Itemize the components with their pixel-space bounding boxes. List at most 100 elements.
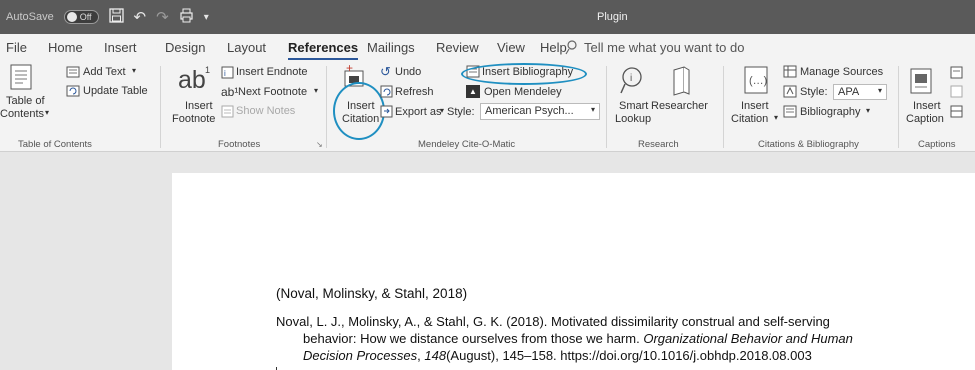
reference-line-2: behavior: How we distance ourselves from… — [276, 330, 966, 347]
add-text-label: Add Text — [83, 66, 126, 78]
group-label-captions: Captions — [918, 139, 956, 150]
next-footnote-label: Next Footnote — [238, 86, 308, 98]
in-text-citation: (Noval, Molinsky, & Stahl, 2018) — [276, 286, 468, 301]
citation-style-label: Style: — [800, 86, 828, 98]
manage-sources-label: Manage Sources — [800, 66, 884, 78]
insert-caption-label-2: Caption — [906, 113, 944, 125]
ab-footnote-icon: ab — [178, 66, 206, 94]
mendeley-export-dropdown-icon: ▾ — [440, 106, 445, 115]
researcher-label: Researcher — [651, 100, 708, 112]
customize-toolbar-icon[interactable]: ▾ — [204, 10, 209, 25]
update-table-label: Update Table — [83, 85, 148, 97]
mendeley-style-select[interactable]: American Psych... ▾ — [480, 103, 600, 120]
group-label-citations-bibliography: Citations & Bibliography — [758, 139, 859, 150]
mendeley-refresh-icon — [380, 85, 393, 98]
svg-text:i: i — [224, 69, 226, 78]
manage-sources-icon — [783, 65, 797, 78]
document-page[interactable]: (Noval, Molinsky, & Stahl, 2018) Noval, … — [172, 173, 975, 370]
tab-mailings[interactable]: Mailings — [367, 40, 415, 55]
tell-me-search[interactable]: Tell me what you want to do — [565, 40, 744, 55]
bibliography-entry: Noval, L. J., Molinsky, A., & Stahl, G. … — [276, 313, 966, 364]
add-text-dropdown-icon: ▾ — [132, 66, 137, 75]
autosave-state: Off — [79, 12, 92, 22]
title-bar: AutoSave Off ↶ ↷ ▾ Plugin — [0, 0, 975, 34]
insert-footnote-label-1: Insert — [185, 100, 213, 112]
bibliography-icon — [783, 105, 797, 118]
show-notes-label: Show Notes — [236, 105, 296, 117]
insert-footnote-label-2: Footnote — [172, 113, 216, 125]
svg-text:(…): (…) — [749, 75, 767, 87]
group-label-footnotes: Footnotes — [218, 139, 261, 150]
tab-view[interactable]: View — [497, 40, 525, 55]
reference-line-1: Noval, L. J., Molinsky, A., & Stahl, G. … — [276, 314, 830, 329]
undo-icon[interactable]: ↶ — [134, 10, 147, 25]
lightbulb-icon — [565, 40, 577, 55]
ribbon-references: Table of Contents ▾ Add Text ▾ Update Ta… — [0, 60, 975, 152]
cross-reference-icon[interactable] — [950, 105, 963, 118]
insert-caption-icon — [910, 68, 932, 94]
tab-references[interactable]: References — [288, 40, 359, 60]
tell-me-text: Tell me what you want to do — [584, 40, 745, 55]
mendeley-export-icon — [380, 105, 393, 118]
redo-icon[interactable]: ↷ — [156, 10, 169, 25]
insert-citation-label-2: Citation — [731, 113, 769, 125]
footnotes-dialog-launcher-icon[interactable]: ↘ — [316, 140, 323, 149]
researcher-icon — [673, 66, 690, 96]
citation-style-select[interactable]: APA ▾ — [833, 84, 887, 100]
bibliography-label: Bibliography — [800, 106, 861, 118]
insert-citation-icon: (…) — [744, 66, 768, 94]
show-notes-icon — [221, 105, 234, 118]
mendeley-refresh-label: Refresh — [395, 86, 434, 98]
table-of-contents-dropdown-icon: ▾ — [45, 108, 50, 117]
group-separator — [723, 66, 724, 148]
smart-lookup-label-2: Lookup — [615, 113, 652, 125]
insert-citation-dropdown-icon: ▾ — [774, 113, 779, 122]
mendeley-logo-icon: ▲ — [466, 85, 480, 98]
mendeley-export-label: Export as — [395, 106, 442, 118]
insert-bibliography-highlight-ring — [461, 63, 587, 85]
next-footnote-dropdown-icon: ▾ — [314, 86, 319, 95]
document-workspace: (Noval, Molinsky, & Stahl, 2018) Noval, … — [0, 152, 975, 370]
table-of-contents-icon — [10, 64, 32, 90]
chevron-down-icon: ▾ — [590, 105, 595, 114]
reference-pages-doi: (August), 145–158. https://doi.org/10.10… — [446, 348, 812, 363]
autosave-toggle[interactable]: Off — [63, 10, 99, 24]
insert-endnote-label: Insert Endnote — [236, 66, 308, 78]
toggle-knob — [66, 12, 77, 22]
insert-endnote-icon: i — [221, 66, 234, 79]
ribbon-tabs: File Home Insert Design Layout Reference… — [0, 34, 975, 60]
next-footnote-icon: ab¹ — [221, 85, 239, 99]
table-of-contents-label-2: Contents — [0, 108, 45, 120]
update-table-of-figures-icon[interactable] — [950, 85, 963, 98]
mendeley-undo-icon: ↺ — [380, 64, 391, 79]
style-icon — [783, 85, 797, 98]
insert-table-of-figures-icon[interactable] — [950, 66, 963, 79]
tab-insert[interactable]: Insert — [104, 40, 137, 55]
group-separator — [160, 66, 161, 148]
tab-home[interactable]: Home — [48, 40, 83, 55]
smart-lookup-icon: i — [620, 67, 642, 94]
tab-review[interactable]: Review — [436, 40, 479, 55]
insert-citation-highlight-ring — [333, 82, 385, 140]
print-icon[interactable] — [179, 8, 194, 26]
svg-text:+: + — [346, 64, 353, 75]
footnote-superscript-icon: 1 — [205, 65, 211, 75]
journal-title-part-1: Organizational Behavior and Human — [643, 331, 853, 346]
mendeley-style-value: American Psych... — [485, 105, 574, 117]
quick-access-toolbar: AutoSave Off ↶ ↷ ▾ — [6, 8, 209, 26]
group-separator — [898, 66, 899, 148]
save-icon[interactable] — [108, 8, 124, 26]
update-table-icon — [66, 85, 80, 97]
group-separator — [326, 66, 327, 148]
citation-style-value: APA — [838, 86, 860, 98]
tab-design[interactable]: Design — [165, 40, 205, 55]
tab-layout[interactable]: Layout — [227, 40, 266, 55]
insert-caption-label-1: Insert — [913, 100, 941, 112]
reference-line-2-text: behavior: How we distance ourselves from… — [303, 331, 644, 346]
tab-file[interactable]: File — [6, 40, 27, 55]
autosave-label: AutoSave — [6, 11, 54, 23]
mendeley-undo-label: Undo — [395, 66, 422, 78]
mendeley-style-label: Style: — [447, 106, 475, 118]
tab-help[interactable]: Help — [540, 40, 567, 55]
group-label-research: Research — [638, 139, 679, 150]
